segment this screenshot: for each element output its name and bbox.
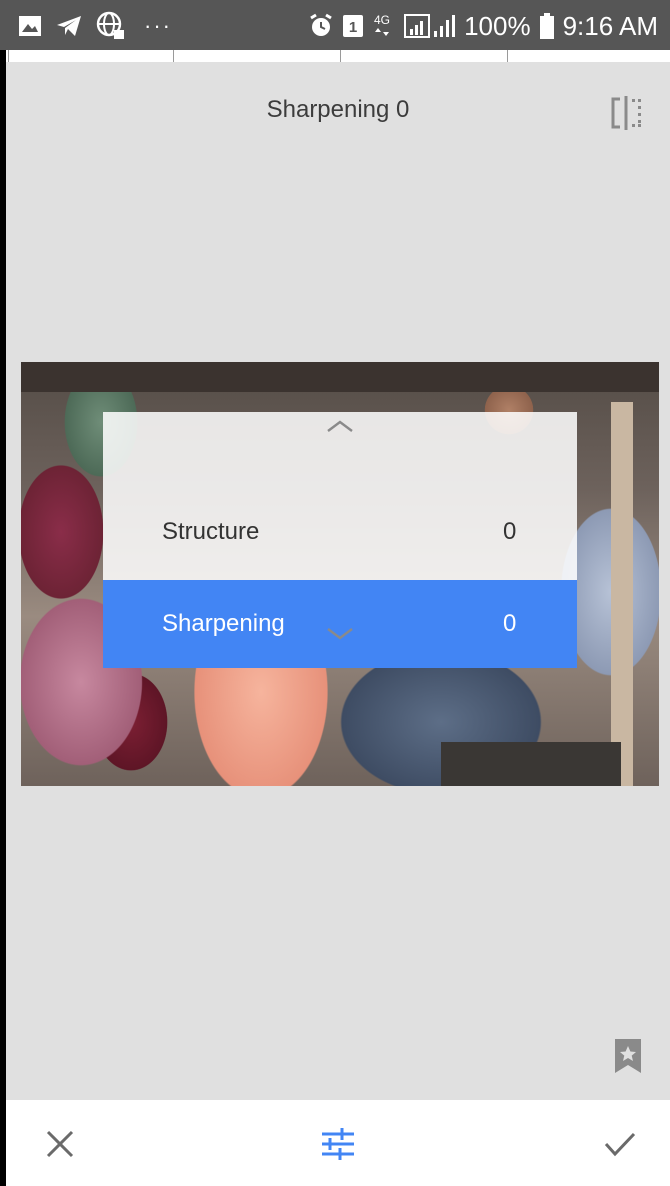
bookmark-star-icon [615, 1039, 641, 1073]
cancel-button[interactable] [42, 1126, 78, 1162]
tune-icon [322, 1128, 354, 1160]
battery-percent: 100% [464, 11, 531, 41]
compare-icon [611, 96, 641, 130]
menu-item-label: Sharpening [162, 610, 285, 637]
vpn-globe-icon [96, 11, 124, 39]
apply-button[interactable] [602, 1126, 638, 1162]
photo-detail [441, 742, 621, 786]
signal-icon [404, 14, 456, 38]
compare-button[interactable] [610, 96, 646, 130]
clock: 9:16 AM [562, 11, 658, 41]
adjust-button[interactable] [320, 1126, 356, 1162]
chevron-up-icon[interactable] [325, 418, 355, 434]
check-icon [604, 1132, 636, 1157]
styles-bookmark-button[interactable] [614, 1038, 642, 1074]
bottom-action-bar [6, 1100, 670, 1186]
image-icon [19, 16, 41, 36]
menu-item-label: Structure [162, 518, 260, 545]
page-title: Sharpening 0 [266, 96, 410, 123]
overflow-indicator: ··· [144, 13, 172, 38]
photo-detail [611, 402, 633, 786]
editor-canvas: Sharpening 0 Structure 0 Sharpening 0 [6, 50, 670, 1100]
photo-detail [21, 362, 659, 392]
sim-icon: 1 [343, 15, 364, 37]
tab-divider [340, 50, 341, 62]
close-icon [46, 1130, 74, 1158]
battery-icon [539, 13, 554, 39]
status-bar: ··· 1 4G 100% 9:16 AM [0, 0, 670, 50]
menu-item-structure[interactable]: Structure 0 [103, 504, 577, 560]
menu-item-sharpening[interactable]: Sharpening 0 [103, 580, 577, 668]
top-tab-strip [6, 50, 670, 62]
menu-item-value: 0 [503, 518, 517, 545]
chevron-down-icon[interactable] [325, 626, 355, 642]
tab-divider [173, 50, 174, 62]
menu-item-value: 0 [503, 610, 517, 637]
network-4g-icon: 4G [374, 13, 390, 36]
adjustment-menu[interactable]: Structure 0 Sharpening 0 [103, 412, 577, 668]
tab-divider [507, 50, 508, 62]
sim-number: 1 [349, 19, 357, 36]
alarm-icon [310, 13, 332, 36]
tab-divider [8, 50, 9, 62]
network-type: 4G [374, 13, 390, 27]
telegram-icon [57, 16, 81, 36]
